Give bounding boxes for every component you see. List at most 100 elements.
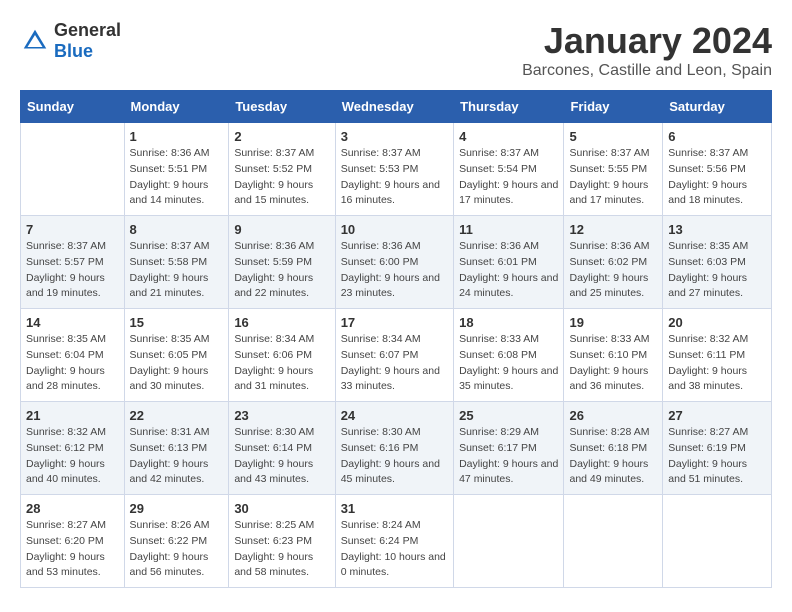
day-info: Sunrise: 8:36 AMSunset: 6:00 PMDaylight:… xyxy=(341,239,448,302)
day-info: Sunrise: 8:37 AMSunset: 5:53 PMDaylight:… xyxy=(341,146,448,209)
calendar-cell: 24 Sunrise: 8:30 AMSunset: 6:16 PMDayligh… xyxy=(335,402,453,495)
day-number: 9 xyxy=(234,222,329,237)
logo-text: General Blue xyxy=(54,20,121,62)
day-info: Sunrise: 8:35 AMSunset: 6:03 PMDaylight:… xyxy=(668,239,766,302)
col-tuesday: Tuesday xyxy=(229,91,335,123)
day-number: 21 xyxy=(26,408,119,423)
calendar-week-row: 28 Sunrise: 8:27 AMSunset: 6:20 PMDayligh… xyxy=(21,495,772,588)
day-number: 18 xyxy=(459,315,558,330)
calendar-cell: 13 Sunrise: 8:35 AMSunset: 6:03 PMDayligh… xyxy=(663,216,772,309)
calendar-cell: 21 Sunrise: 8:32 AMSunset: 6:12 PMDayligh… xyxy=(21,402,125,495)
calendar-header: Sunday Monday Tuesday Wednesday Thursday… xyxy=(21,91,772,123)
calendar-cell: 19Sunrise: 8:33 AMSunset: 6:10 PMDayligh… xyxy=(564,309,663,402)
day-number: 25 xyxy=(459,408,558,423)
day-number: 6 xyxy=(668,129,766,144)
calendar-cell: 20 Sunrise: 8:32 AMSunset: 6:11 PMDayligh… xyxy=(663,309,772,402)
calendar-week-row: 14Sunrise: 8:35 AMSunset: 6:04 PMDayligh… xyxy=(21,309,772,402)
day-number: 22 xyxy=(130,408,224,423)
calendar-body: 1Sunrise: 8:36 AMSunset: 5:51 PMDaylight… xyxy=(21,123,772,588)
calendar-cell: 11Sunrise: 8:36 AMSunset: 6:01 PMDayligh… xyxy=(454,216,564,309)
calendar-cell: 9 Sunrise: 8:36 AMSunset: 5:59 PMDaylight… xyxy=(229,216,335,309)
day-info: Sunrise: 8:37 AMSunset: 5:56 PMDaylight:… xyxy=(668,146,766,209)
page-header: General Blue January 2024 Barcones, Cast… xyxy=(20,20,772,80)
day-number: 20 xyxy=(668,315,766,330)
calendar-week-row: 1Sunrise: 8:36 AMSunset: 5:51 PMDaylight… xyxy=(21,123,772,216)
calendar-cell: 25 Sunrise: 8:29 AMSunset: 6:17 PMDayligh… xyxy=(454,402,564,495)
day-number: 4 xyxy=(459,129,558,144)
col-friday: Friday xyxy=(564,91,663,123)
calendar-cell xyxy=(663,495,772,588)
calendar-cell: 28 Sunrise: 8:27 AMSunset: 6:20 PMDayligh… xyxy=(21,495,125,588)
day-info: Sunrise: 8:36 AMSunset: 6:01 PMDaylight:… xyxy=(459,239,558,302)
day-info: Sunrise: 8:26 AMSunset: 6:22 PMDaylight:… xyxy=(130,518,224,581)
day-info: Sunrise: 8:36 AMSunset: 5:59 PMDaylight:… xyxy=(234,239,329,302)
day-info: Sunrise: 8:36 AMSunset: 6:02 PMDaylight:… xyxy=(569,239,657,302)
logo-general: General xyxy=(54,20,121,40)
day-info: Sunrise: 8:30 AMSunset: 6:14 PMDaylight:… xyxy=(234,425,329,488)
col-sunday: Sunday xyxy=(21,91,125,123)
calendar-cell: 26Sunrise: 8:28 AMSunset: 6:18 PMDayligh… xyxy=(564,402,663,495)
calendar-cell: 30Sunrise: 8:25 AMSunset: 6:23 PMDayligh… xyxy=(229,495,335,588)
day-number: 15 xyxy=(130,315,224,330)
logo: General Blue xyxy=(20,20,121,62)
day-info: Sunrise: 8:30 AMSunset: 6:16 PMDaylight:… xyxy=(341,425,448,488)
col-thursday: Thursday xyxy=(454,91,564,123)
header-row: Sunday Monday Tuesday Wednesday Thursday… xyxy=(21,91,772,123)
calendar-cell: 18Sunrise: 8:33 AMSunset: 6:08 PMDayligh… xyxy=(454,309,564,402)
calendar-cell: 4 Sunrise: 8:37 AMSunset: 5:54 PMDaylight… xyxy=(454,123,564,216)
calendar-cell: 16 Sunrise: 8:34 AMSunset: 6:06 PMDayligh… xyxy=(229,309,335,402)
calendar-cell: 5Sunrise: 8:37 AMSunset: 5:55 PMDaylight… xyxy=(564,123,663,216)
day-info: Sunrise: 8:34 AMSunset: 6:06 PMDaylight:… xyxy=(234,332,329,395)
day-info: Sunrise: 8:37 AMSunset: 5:52 PMDaylight:… xyxy=(234,146,329,209)
calendar-cell: 29 Sunrise: 8:26 AMSunset: 6:22 PMDayligh… xyxy=(124,495,229,588)
day-number: 28 xyxy=(26,501,119,516)
day-number: 30 xyxy=(234,501,329,516)
day-number: 16 xyxy=(234,315,329,330)
day-info: Sunrise: 8:35 AMSunset: 6:04 PMDaylight:… xyxy=(26,332,119,395)
day-info: Sunrise: 8:27 AMSunset: 6:19 PMDaylight:… xyxy=(668,425,766,488)
day-info: Sunrise: 8:29 AMSunset: 6:17 PMDaylight:… xyxy=(459,425,558,488)
calendar-cell: 15 Sunrise: 8:35 AMSunset: 6:05 PMDayligh… xyxy=(124,309,229,402)
day-number: 2 xyxy=(234,129,329,144)
calendar-cell: 1Sunrise: 8:36 AMSunset: 5:51 PMDaylight… xyxy=(124,123,229,216)
calendar-cell: 17 Sunrise: 8:34 AMSunset: 6:07 PMDayligh… xyxy=(335,309,453,402)
location-title: Barcones, Castille and Leon, Spain xyxy=(522,62,772,80)
day-number: 7 xyxy=(26,222,119,237)
calendar-cell: 23Sunrise: 8:30 AMSunset: 6:14 PMDayligh… xyxy=(229,402,335,495)
day-number: 5 xyxy=(569,129,657,144)
day-number: 31 xyxy=(341,501,448,516)
day-info: Sunrise: 8:27 AMSunset: 6:20 PMDaylight:… xyxy=(26,518,119,581)
day-info: Sunrise: 8:31 AMSunset: 6:13 PMDaylight:… xyxy=(130,425,224,488)
title-section: January 2024 Barcones, Castille and Leon… xyxy=(522,20,772,80)
day-number: 29 xyxy=(130,501,224,516)
day-number: 1 xyxy=(130,129,224,144)
calendar-cell: 7 Sunrise: 8:37 AMSunset: 5:57 PMDaylight… xyxy=(21,216,125,309)
day-number: 17 xyxy=(341,315,448,330)
day-number: 10 xyxy=(341,222,448,237)
day-info: Sunrise: 8:37 AMSunset: 5:58 PMDaylight:… xyxy=(130,239,224,302)
calendar-week-row: 21 Sunrise: 8:32 AMSunset: 6:12 PMDayligh… xyxy=(21,402,772,495)
calendar-table: Sunday Monday Tuesday Wednesday Thursday… xyxy=(20,90,772,588)
day-number: 12 xyxy=(569,222,657,237)
day-info: Sunrise: 8:37 AMSunset: 5:57 PMDaylight:… xyxy=(26,239,119,302)
day-info: Sunrise: 8:35 AMSunset: 6:05 PMDaylight:… xyxy=(130,332,224,395)
logo-blue: Blue xyxy=(54,41,93,61)
calendar-cell: 3Sunrise: 8:37 AMSunset: 5:53 PMDaylight… xyxy=(335,123,453,216)
calendar-cell: 10 Sunrise: 8:36 AMSunset: 6:00 PMDayligh… xyxy=(335,216,453,309)
day-number: 19 xyxy=(569,315,657,330)
calendar-week-row: 7 Sunrise: 8:37 AMSunset: 5:57 PMDaylight… xyxy=(21,216,772,309)
day-info: Sunrise: 8:34 AMSunset: 6:07 PMDaylight:… xyxy=(341,332,448,395)
calendar-cell: 8Sunrise: 8:37 AMSunset: 5:58 PMDaylight… xyxy=(124,216,229,309)
calendar-cell: 6 Sunrise: 8:37 AMSunset: 5:56 PMDaylight… xyxy=(663,123,772,216)
logo-icon xyxy=(20,26,50,56)
day-number: 24 xyxy=(341,408,448,423)
day-info: Sunrise: 8:32 AMSunset: 6:11 PMDaylight:… xyxy=(668,332,766,395)
day-number: 13 xyxy=(668,222,766,237)
day-info: Sunrise: 8:37 AMSunset: 5:54 PMDaylight:… xyxy=(459,146,558,209)
calendar-cell xyxy=(454,495,564,588)
calendar-cell xyxy=(564,495,663,588)
day-info: Sunrise: 8:32 AMSunset: 6:12 PMDaylight:… xyxy=(26,425,119,488)
col-saturday: Saturday xyxy=(663,91,772,123)
calendar-cell: 12 Sunrise: 8:36 AMSunset: 6:02 PMDayligh… xyxy=(564,216,663,309)
col-wednesday: Wednesday xyxy=(335,91,453,123)
